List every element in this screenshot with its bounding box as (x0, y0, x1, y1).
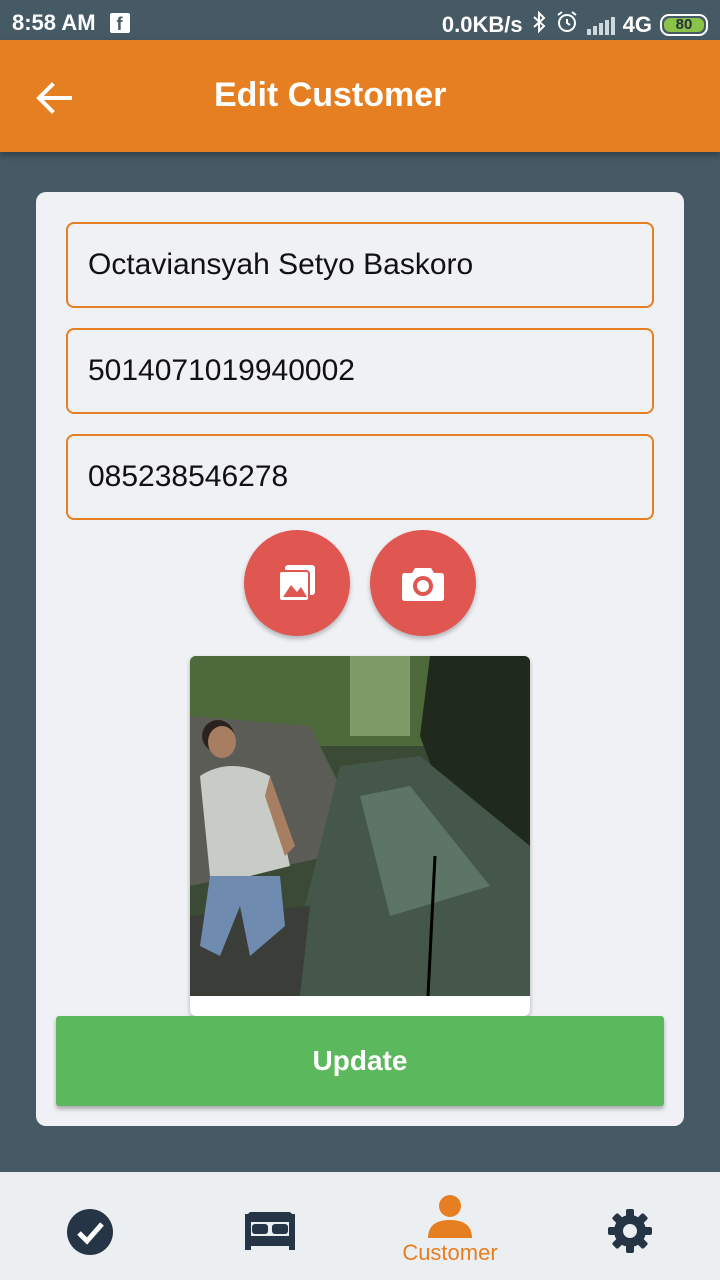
gallery-icon (278, 565, 315, 602)
nav-label-customer: Customer (402, 1240, 498, 1265)
customer-name-field[interactable] (66, 222, 654, 308)
page-title: Edit Customer (214, 76, 447, 114)
nav-item-rooms[interactable] (200, 1172, 340, 1280)
status-time: 8:58 AM (12, 10, 96, 35)
bottom-nav: Customer (0, 1172, 720, 1280)
facebook-icon: f (109, 13, 130, 34)
nav-item-settings[interactable] (560, 1172, 700, 1280)
customer-photo (190, 656, 530, 996)
network-type: 4G (622, 12, 652, 37)
id-number-field[interactable] (66, 328, 654, 414)
camera-icon (402, 568, 444, 601)
bed-icon (245, 1212, 295, 1250)
battery-icon: 80 (660, 14, 708, 36)
check-circle-icon (67, 1209, 113, 1255)
nav-item-checklist[interactable] (20, 1172, 160, 1280)
signal-icon (586, 15, 615, 35)
customer-photo-frame (190, 656, 530, 1016)
camera-button[interactable] (370, 530, 476, 636)
arrow-left-icon (36, 82, 72, 114)
person-icon (428, 1195, 472, 1238)
network-speed: 0.0KB/s (441, 12, 523, 37)
alarm-icon (555, 10, 579, 40)
bluetooth-icon (531, 10, 547, 39)
nav-item-customer[interactable]: Customer (380, 1172, 520, 1280)
status-bar: 8:58 AM f 0.0KB/s 4G 80 (0, 0, 720, 40)
gear-icon (608, 1209, 652, 1253)
edit-customer-card: Update (36, 192, 684, 1126)
phone-field[interactable] (66, 434, 654, 520)
update-button[interactable]: Update (56, 1016, 664, 1106)
battery-level: 80 (664, 17, 704, 32)
app-bar: Edit Customer (0, 40, 720, 152)
back-button[interactable] (32, 76, 76, 120)
gallery-button[interactable] (244, 530, 350, 636)
